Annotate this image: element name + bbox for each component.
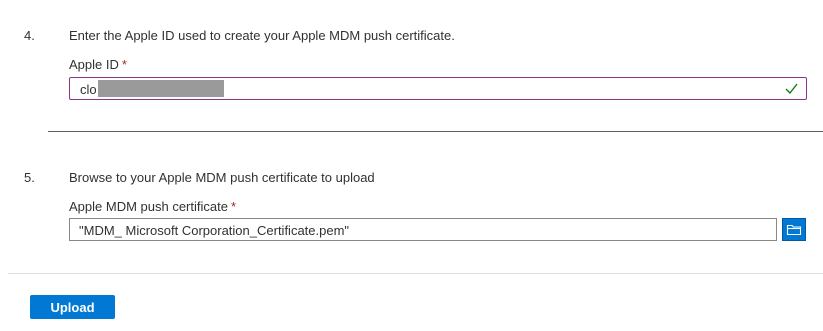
section-divider — [48, 131, 823, 132]
required-marker: * — [230, 199, 237, 214]
mdm-push-certificate-form: 4. Enter the Apple ID used to create you… — [0, 0, 823, 331]
checkmark-icon — [785, 83, 798, 95]
footer-divider — [8, 273, 823, 274]
certificate-label-text: Apple MDM push certificate — [69, 199, 228, 214]
apple-id-input[interactable]: clo — [69, 77, 807, 100]
browse-file-button[interactable] — [782, 218, 806, 241]
apple-id-label: Apple ID * — [69, 57, 127, 72]
step-4-instruction: Enter the Apple ID used to create your A… — [69, 28, 455, 43]
certificate-file-name: "MDM_ Microsoft Corporation_Certificate.… — [79, 223, 350, 238]
required-marker: * — [121, 57, 127, 72]
apple-id-label-text: Apple ID — [69, 57, 119, 72]
certificate-label: Apple MDM push certificate * — [69, 199, 236, 214]
redacted-text — [98, 80, 224, 97]
step-5-number: 5. — [24, 170, 35, 185]
apple-id-value: clo — [80, 82, 97, 97]
step-5-instruction: Browse to your Apple MDM push certificat… — [69, 170, 375, 185]
upload-button[interactable]: Upload — [30, 295, 115, 319]
certificate-file-input[interactable]: "MDM_ Microsoft Corporation_Certificate.… — [69, 218, 777, 241]
step-4-number: 4. — [24, 28, 35, 43]
folder-icon — [786, 224, 802, 236]
